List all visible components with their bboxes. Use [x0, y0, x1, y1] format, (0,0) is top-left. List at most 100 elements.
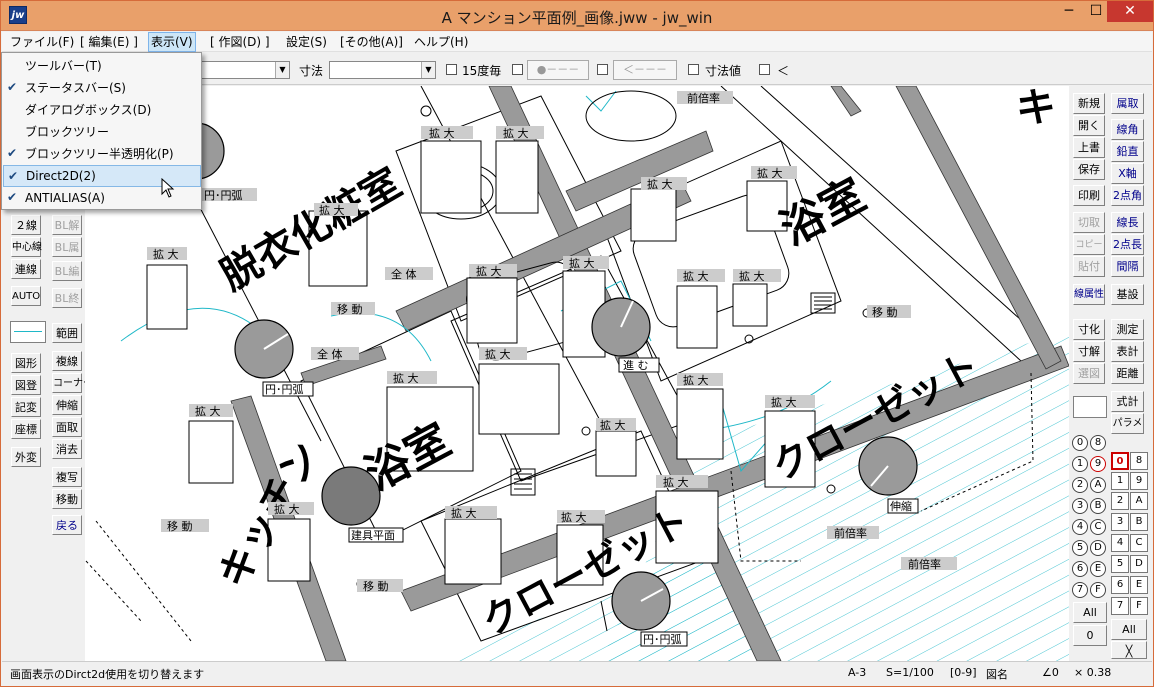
tool-chamfer[interactable]: 面取 — [52, 417, 82, 437]
menu-item-dialog-box[interactable]: ダイアログボックス(D) — [3, 99, 201, 121]
tool-x-axis[interactable]: X軸 — [1111, 163, 1144, 184]
drawing-canvas[interactable]: 脱衣化粧室 浴室 浴室 クローゼット クローゼット キッチン キ 拡 大 拡 大… — [85, 86, 1069, 661]
layer-group-a[interactable]: A — [1090, 477, 1106, 493]
tool-block-attr[interactable]: BL属 — [52, 237, 82, 257]
menu-item-statusbar[interactable]: ✔ ステータスバー(S) — [3, 77, 201, 99]
menu-other[interactable]: [その他(A)] — [340, 34, 403, 50]
layer-group-c[interactable]: C — [1090, 519, 1106, 535]
line-type-combo[interactable]: ▼ — [200, 61, 290, 79]
layer-group-f[interactable]: F — [1090, 582, 1106, 598]
tool-new[interactable]: 新規 — [1073, 93, 1105, 114]
layer-3[interactable]: 3 — [1111, 513, 1129, 531]
tool-double-line[interactable]: ２線 — [11, 215, 41, 235]
tool-copy[interactable]: 複写 — [52, 467, 82, 487]
tool-range[interactable]: 範囲 — [52, 323, 82, 343]
line-preview-swatch[interactable] — [10, 321, 46, 343]
color-preview-swatch[interactable] — [1073, 396, 1107, 418]
layer-6[interactable]: 6 — [1111, 576, 1129, 594]
tool-shape[interactable]: 図形 — [11, 353, 41, 373]
layer-b[interactable]: B — [1130, 513, 1148, 531]
status-angle[interactable]: ∠0 — [1042, 666, 1059, 679]
tool-distance[interactable]: 距離 — [1111, 363, 1144, 384]
layer-9[interactable]: 9 — [1130, 472, 1148, 490]
tool-connect-line[interactable]: 連線 — [11, 259, 41, 279]
tool-center-line[interactable]: 中心線 — [11, 237, 42, 257]
layer-group-3[interactable]: 3 — [1072, 498, 1088, 514]
tool-pick-attr[interactable]: 属取 — [1111, 93, 1144, 114]
layer-d[interactable]: D — [1130, 555, 1148, 573]
tool-print[interactable]: 印刷 — [1073, 185, 1105, 206]
lt-checkbox[interactable] — [759, 64, 770, 75]
tool-undo[interactable]: 戻る — [52, 515, 82, 535]
layer-all-button[interactable]: All — [1111, 619, 1147, 640]
layer-0[interactable]: 0 — [1111, 452, 1129, 470]
layer-2[interactable]: 2 — [1111, 492, 1129, 510]
layer-e[interactable]: E — [1130, 576, 1148, 594]
tool-coordinate[interactable]: 座標 — [11, 419, 41, 439]
arrow-checkbox[interactable] — [597, 64, 608, 75]
title-bar[interactable]: jw A マンション平面例_画像.jww - jw_win ─ ☐ ✕ — [1, 1, 1153, 31]
tool-line-attr[interactable]: 線属性 — [1073, 284, 1105, 305]
status-paper-size[interactable]: A-3 — [848, 666, 866, 679]
menu-item-block-tree[interactable]: ブロックツリー — [3, 121, 201, 143]
tool-register-shape[interactable]: 図登 — [11, 375, 41, 395]
status-scale[interactable]: S=1/100 — [886, 666, 934, 679]
layer-group-8[interactable]: 8 — [1090, 435, 1106, 451]
tool-interval[interactable]: 間隔 — [1111, 256, 1144, 277]
layer-group-6[interactable]: 6 — [1072, 561, 1088, 577]
close-button[interactable]: ✕ — [1107, 1, 1153, 22]
tool-formula-calc[interactable]: 式計 — [1111, 391, 1144, 412]
minimize-button[interactable]: ─ — [1054, 1, 1084, 22]
arrow-line-button[interactable]: ＜－－－ — [613, 60, 677, 80]
layer-c[interactable]: C — [1130, 534, 1148, 552]
tool-line-length[interactable]: 線長 — [1111, 212, 1144, 233]
menu-draw[interactable]: [ 作図(D) ] — [210, 34, 270, 50]
tool-block-edit[interactable]: BL編 — [52, 261, 82, 281]
tool-copy-clip[interactable]: コピー — [1073, 234, 1105, 255]
layer-group-4[interactable]: 4 — [1072, 519, 1088, 535]
tool-overwrite[interactable]: 上書 — [1073, 137, 1105, 158]
tool-dim-explode[interactable]: 寸解 — [1073, 341, 1105, 362]
menu-help[interactable]: ヘルプ(H) — [414, 34, 468, 50]
tool-external-change[interactable]: 外変 — [11, 447, 41, 467]
layer-a[interactable]: A — [1130, 492, 1148, 510]
tool-move[interactable]: 移動 — [52, 489, 82, 509]
tool-basic-settings[interactable]: 基設 — [1111, 284, 1144, 305]
tool-erase[interactable]: 消去 — [52, 439, 82, 459]
circle-line-button[interactable]: ●－－－ — [527, 60, 589, 80]
tool-block-explode[interactable]: BL解 — [52, 215, 82, 235]
status-layer-range[interactable]: [0-9] — [950, 666, 977, 679]
tool-table-calc[interactable]: 表計 — [1111, 341, 1144, 362]
tool-line-angle[interactable]: 線角 — [1111, 119, 1144, 140]
tool-vertical[interactable]: 鉛直 — [1111, 141, 1144, 162]
status-zoom-ratio[interactable]: × 0.38 — [1074, 666, 1111, 679]
tool-paste[interactable]: 貼付 — [1073, 256, 1105, 277]
dimension-value-checkbox[interactable] — [688, 64, 699, 75]
menu-view[interactable]: 表示(V) — [148, 32, 196, 52]
tool-parallel[interactable]: 複線 — [52, 351, 82, 371]
menu-edit[interactable]: [ 編集(E) ] — [80, 34, 138, 50]
layer-group-7[interactable]: 7 — [1072, 582, 1088, 598]
tool-symbol-change[interactable]: 記変 — [11, 397, 41, 417]
layer-7[interactable]: 7 — [1111, 597, 1129, 615]
tool-block-end[interactable]: BL終 — [52, 288, 82, 308]
layer-group-1[interactable]: 1 — [1072, 456, 1088, 472]
layer-group-0[interactable]: 0 — [1072, 435, 1088, 451]
option-checkbox[interactable] — [512, 64, 523, 75]
tool-save[interactable]: 保存 — [1073, 159, 1105, 180]
dimension-combo[interactable]: ▼ — [329, 61, 436, 79]
menu-file[interactable]: ファイル(F) — [10, 34, 74, 50]
status-layer-name[interactable]: 図名 — [986, 666, 1008, 682]
layer-group-9[interactable]: 9 — [1090, 456, 1106, 472]
layer-close-button[interactable]: ╳ — [1111, 641, 1147, 659]
layer-group-5[interactable]: 5 — [1072, 540, 1088, 556]
menu-item-block-tree-translucent[interactable]: ✔ ブロックツリー半透明化(P) — [3, 143, 201, 165]
layer-group-e[interactable]: E — [1090, 561, 1106, 577]
tool-2pt-length[interactable]: 2点長 — [1111, 234, 1144, 255]
tool-auto[interactable]: AUTO — [11, 286, 41, 306]
menu-settings[interactable]: 設定(S) — [286, 34, 327, 50]
layer-8[interactable]: 8 — [1130, 452, 1148, 470]
deg15-checkbox[interactable] — [446, 64, 457, 75]
layer-group-all-button[interactable]: All — [1073, 602, 1107, 623]
layer-group-b[interactable]: B — [1090, 498, 1106, 514]
